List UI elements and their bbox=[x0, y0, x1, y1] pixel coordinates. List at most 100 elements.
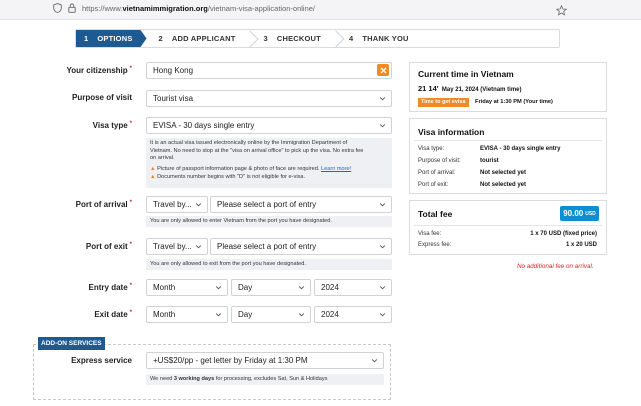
visa-info-value: tourist bbox=[480, 158, 499, 164]
exit-travel-value: Travel by... bbox=[153, 242, 192, 251]
exit-day-select[interactable]: Day bbox=[231, 306, 311, 323]
step-label: CHECKOUT bbox=[276, 34, 321, 43]
exit-day-value: Day bbox=[238, 310, 253, 319]
time-value: 21 14' bbox=[418, 84, 439, 93]
url-domain: vietnamimmigration.org bbox=[122, 3, 208, 13]
required-mark: * bbox=[129, 121, 132, 127]
visa-info-key: Visa type: bbox=[418, 146, 445, 152]
express-service-select[interactable]: +US$20/pp - get letter by Friday at 1:30… bbox=[146, 352, 384, 369]
evisa-time-note: Friday at 1:30 PM (Your time) bbox=[475, 98, 553, 107]
current-time: 21 14' May 21, 2024 (Vietnam time) bbox=[418, 84, 522, 93]
step-options[interactable]: 1 OPTIONS bbox=[76, 30, 147, 47]
purpose-value: Tourist visa bbox=[153, 94, 194, 103]
citizenship-value: Hong Kong bbox=[153, 66, 194, 75]
visa-info-key: Port of arrival: bbox=[418, 170, 456, 176]
chevron-down-icon bbox=[379, 201, 386, 208]
entry-month-select[interactable]: Month bbox=[146, 279, 228, 296]
exit-month-select[interactable]: Month bbox=[146, 306, 228, 323]
total-fee-amount: 90.00 bbox=[563, 209, 584, 218]
url-prefix: https://www. bbox=[82, 3, 123, 13]
exit-port-label: Port of exit * bbox=[40, 242, 132, 251]
arrival-travel-select[interactable]: Travel by... bbox=[146, 196, 208, 213]
chevron-down-icon bbox=[195, 243, 202, 250]
chevron-down-icon bbox=[195, 201, 202, 208]
chevron-down-icon bbox=[379, 122, 386, 129]
visa-warning-2: ▲ Documents number begins with "D" is no… bbox=[150, 174, 388, 182]
visa-type-select[interactable]: EVISA - 30 days single entry bbox=[146, 117, 392, 134]
exit-year-select[interactable]: 2024 bbox=[314, 306, 392, 323]
learn-more-link[interactable]: Learn more! bbox=[321, 166, 351, 172]
arrival-note-text: You are only allowed to enter Vietnam fr… bbox=[150, 218, 332, 224]
chevron-down-icon bbox=[215, 311, 222, 318]
step-number: 2 bbox=[158, 34, 163, 43]
total-fee-badge: 90.00 USD bbox=[560, 206, 599, 221]
visa-info-value: Not selected yet bbox=[480, 170, 527, 176]
entry-day-select[interactable]: Day bbox=[231, 279, 311, 296]
purpose-label-text: Purpose of visit bbox=[71, 93, 132, 102]
purpose-select[interactable]: Tourist visa bbox=[146, 90, 392, 107]
arrival-label: Port of arrival * bbox=[40, 200, 132, 209]
arrival-port-value: Please select a port of entry bbox=[217, 200, 317, 209]
checkout-steps: 1 OPTIONS 2 ADD APPLICANT 3 CHECKOUT 4 T… bbox=[75, 29, 560, 48]
chevron-down-icon bbox=[298, 284, 305, 291]
exit-month-value: Month bbox=[153, 310, 176, 319]
bookmark-star-icon[interactable] bbox=[555, 3, 568, 16]
clear-icon[interactable] bbox=[377, 64, 389, 76]
chevron-down-icon bbox=[215, 284, 222, 291]
required-mark: * bbox=[129, 200, 132, 206]
chevron-down-icon bbox=[379, 243, 386, 250]
visa-type-label-text: Visa type bbox=[92, 121, 128, 130]
express-service-value: +US$20/pp - get letter by Friday at 1:30… bbox=[153, 356, 308, 365]
evisa-time-badge: Time to get evisa bbox=[418, 98, 469, 107]
step-number: 1 bbox=[84, 34, 89, 43]
step-add-applicant[interactable]: 2 ADD APPLICANT bbox=[147, 30, 254, 47]
chevron-down-icon bbox=[298, 311, 305, 318]
visa-type-note: It is an actual visa issued electronical… bbox=[146, 138, 392, 188]
shield-icon[interactable] bbox=[52, 3, 62, 13]
step-thank-you[interactable]: 4 THANK YOU bbox=[339, 30, 419, 47]
citizenship-label: Your citizenship * bbox=[40, 66, 132, 75]
total-fee-currency: USD bbox=[585, 210, 596, 217]
arrival-label-text: Port of arrival bbox=[75, 200, 128, 209]
visa-note-line: Vietnam. No need to stop at the "visa on… bbox=[150, 147, 364, 154]
evisa-time-note-text: Friday at 1:30 PM (Your time) bbox=[475, 99, 553, 105]
url-text[interactable]: https://www.vietnamimmigration.org/vietn… bbox=[82, 4, 315, 13]
arrival-travel-value: Travel by... bbox=[153, 200, 192, 209]
visa-fee-value: 1 x 70 USD (fixed price) bbox=[530, 231, 597, 237]
entry-year-select[interactable]: 2024 bbox=[314, 279, 392, 296]
visa-warning-1: ▲ Picture of passport information page &… bbox=[150, 166, 388, 174]
no-additional-fee-note: No additional fee on arrival. bbox=[517, 263, 594, 270]
visa-info-title: Visa information bbox=[418, 127, 485, 137]
browser-toolbar: https://www.vietnamimmigration.org/vietn… bbox=[0, 0, 641, 20]
citizenship-label-text: Your citizenship bbox=[66, 66, 128, 75]
exit-date-label: Exit date * bbox=[40, 310, 132, 319]
required-mark: * bbox=[129, 310, 132, 316]
lock-icon[interactable] bbox=[67, 3, 77, 13]
entry-month-value: Month bbox=[153, 283, 176, 292]
purpose-label: Purpose of visit bbox=[40, 93, 132, 102]
exit-travel-select[interactable]: Travel by... bbox=[146, 238, 208, 255]
chevron-down-icon bbox=[379, 284, 386, 291]
visa-type-label: Visa type * bbox=[40, 121, 132, 130]
visa-info-key: Purpose of visit: bbox=[418, 158, 461, 164]
entry-day-value: Day bbox=[238, 283, 253, 292]
total-fee-title: Total fee bbox=[418, 209, 453, 219]
step-checkout[interactable]: 3 CHECKOUT bbox=[253, 30, 338, 47]
chevron-down-icon bbox=[371, 357, 378, 364]
express-fee-label: Express fee: bbox=[418, 242, 452, 248]
step-number: 4 bbox=[348, 34, 354, 43]
address-bar[interactable]: https://www.vietnamimmigration.org/vietn… bbox=[52, 3, 315, 13]
citizenship-select[interactable]: Hong Kong bbox=[146, 62, 392, 79]
entry-date-label-text: Entry date bbox=[88, 283, 128, 292]
warning-icon: ▲ bbox=[150, 166, 156, 173]
arrival-port-select[interactable]: Please select a port of entry bbox=[210, 196, 392, 213]
express-service-label-text: Express service bbox=[71, 356, 132, 365]
divider bbox=[414, 225, 602, 226]
required-mark: * bbox=[129, 283, 132, 289]
addon-services-tag: ADD-ON SERVICES bbox=[38, 337, 105, 350]
step-label: OPTIONS bbox=[97, 34, 133, 43]
express-service-label: Express service bbox=[52, 356, 132, 365]
exit-port-select[interactable]: Please select a port of entry bbox=[210, 238, 392, 255]
visa-info-value: Not selected yet bbox=[480, 182, 527, 188]
step-number: 3 bbox=[263, 34, 268, 43]
